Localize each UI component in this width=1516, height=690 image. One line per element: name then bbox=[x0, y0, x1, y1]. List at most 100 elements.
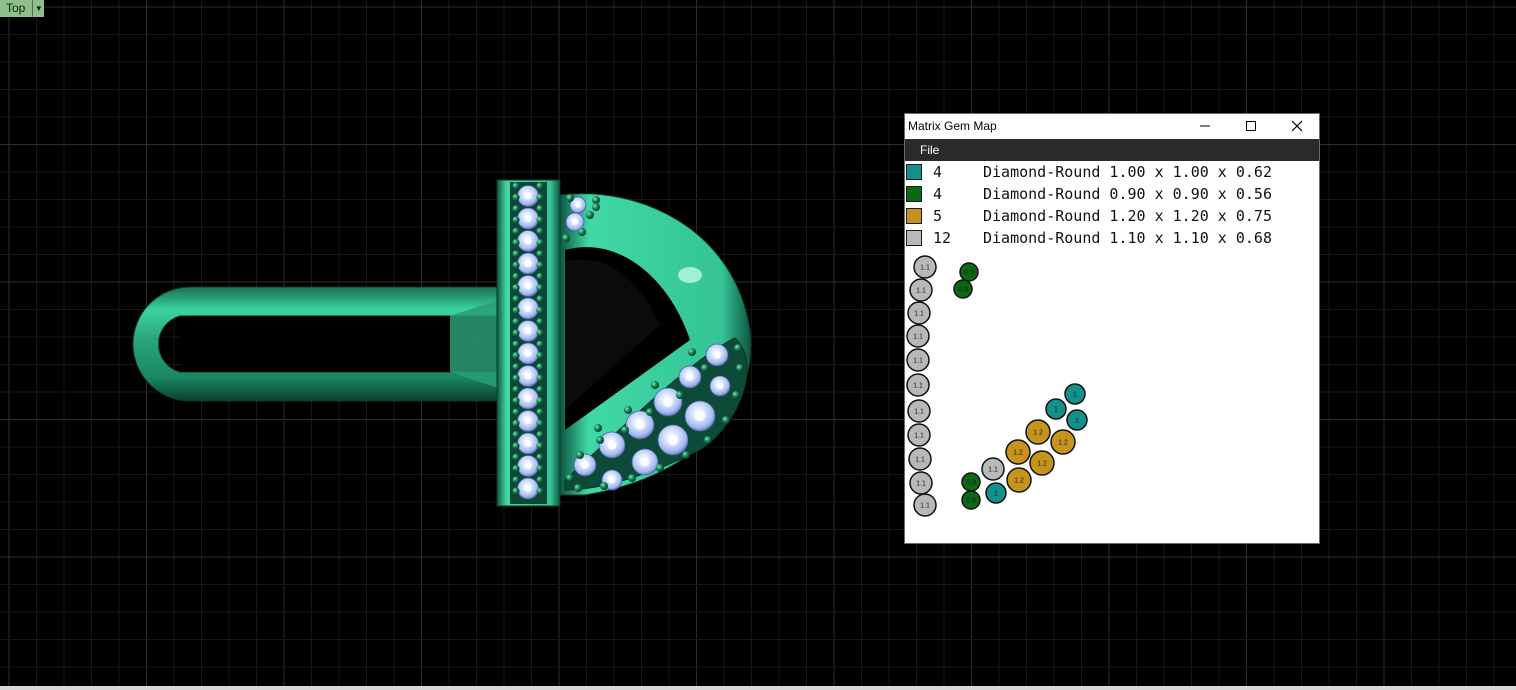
viewport-dropdown-icon[interactable]: ▼ bbox=[33, 0, 45, 17]
prong-bead bbox=[536, 216, 544, 224]
prong-bead bbox=[536, 476, 544, 484]
prong-bead bbox=[676, 391, 684, 399]
gem-size-label: 1.1 bbox=[913, 358, 923, 365]
prong-bead bbox=[566, 474, 574, 482]
gem-size-label: 1 bbox=[994, 491, 998, 498]
prong-bead bbox=[512, 306, 520, 314]
prong-bead bbox=[512, 442, 520, 450]
prong-bead bbox=[512, 431, 520, 439]
diamond-facet bbox=[713, 351, 721, 359]
prong-bead bbox=[536, 453, 544, 461]
minimize-button[interactable] bbox=[1182, 114, 1228, 138]
prong-bead bbox=[628, 474, 636, 482]
prong-bead bbox=[536, 318, 544, 326]
prong-bead bbox=[512, 329, 520, 337]
prong-bead bbox=[536, 238, 544, 247]
gem-size-label: 1.1 bbox=[916, 481, 926, 488]
gem-size-label: 1.2 bbox=[1037, 461, 1047, 468]
prong-bead bbox=[512, 272, 520, 280]
prong-bead bbox=[536, 431, 544, 439]
gem-size-label: 1 bbox=[1073, 392, 1077, 399]
prong-bead bbox=[592, 203, 600, 211]
diamond-facet bbox=[635, 420, 645, 430]
diamond-facet bbox=[524, 192, 532, 200]
prong-bead bbox=[536, 329, 544, 337]
legend-row: 5 Diamond-Round 1.20 x 1.20 x 0.75 bbox=[905, 206, 1319, 228]
gem-size-label: 1.1 bbox=[920, 265, 930, 272]
prong-bead bbox=[512, 351, 520, 360]
viewport-label[interactable]: Top ▼ bbox=[0, 0, 45, 17]
gem-size-label: 1.1 bbox=[988, 467, 998, 474]
prong-bead bbox=[536, 295, 544, 303]
diamond-facet bbox=[575, 202, 581, 208]
gem-size-label: 1.1 bbox=[914, 409, 924, 416]
diamond-facet bbox=[524, 215, 532, 222]
diamond-facet bbox=[607, 440, 617, 450]
diamond-facet bbox=[686, 373, 694, 381]
prong-bead bbox=[722, 416, 730, 424]
prong-bead bbox=[646, 408, 654, 416]
color-swatch bbox=[906, 164, 922, 180]
gem-size-label: 1.1 bbox=[914, 311, 924, 318]
prong-bead bbox=[536, 487, 544, 495]
gem-size-label: 1 bbox=[1075, 418, 1079, 425]
prong-bead bbox=[512, 487, 520, 495]
prong-bead bbox=[536, 193, 544, 201]
diamond-facet bbox=[694, 410, 706, 422]
gem-size-label: 1.1 bbox=[915, 457, 925, 464]
close-icon bbox=[1291, 120, 1303, 132]
prong-bead bbox=[651, 381, 659, 389]
prong-bead bbox=[536, 351, 544, 360]
prong-bead bbox=[621, 426, 629, 434]
prong-bead bbox=[688, 348, 696, 356]
close-button[interactable] bbox=[1274, 114, 1320, 138]
gem-size-label: 0.9 bbox=[964, 270, 974, 277]
prong-bead bbox=[512, 295, 520, 303]
prong-bead bbox=[536, 272, 544, 280]
gem-count: 12 bbox=[933, 229, 952, 247]
color-swatch bbox=[906, 230, 922, 246]
viewport-name[interactable]: Top bbox=[0, 0, 34, 17]
color-swatch bbox=[906, 186, 922, 202]
diamond-facet bbox=[663, 397, 673, 407]
minimize-icon bbox=[1200, 125, 1210, 127]
prong-bead bbox=[600, 482, 608, 490]
prong-bead bbox=[656, 464, 664, 472]
prong-bead bbox=[512, 363, 520, 371]
prong-bead bbox=[536, 374, 544, 382]
gem-map[interactable]: 1.1 1.1 1.1 1.1 1.1 1.1 1.1 1.1 1.1 1.1 1.1 1.1 0.9 0… bbox=[905, 254, 1319, 544]
diamond-facet bbox=[571, 218, 579, 226]
diamond-facet bbox=[524, 305, 532, 312]
prong-bead bbox=[592, 196, 600, 204]
prong-bead bbox=[512, 261, 520, 269]
prong-bead bbox=[574, 484, 582, 492]
prong-bead bbox=[536, 205, 544, 213]
menu-file[interactable]: File bbox=[920, 143, 939, 157]
gem-size-label: 1.1 bbox=[913, 334, 923, 341]
prong-bead bbox=[536, 464, 544, 473]
prong-bead bbox=[734, 344, 742, 352]
prong-bead bbox=[536, 340, 544, 348]
prong-bead bbox=[536, 250, 544, 258]
prong-bead bbox=[536, 397, 544, 405]
prong-bead bbox=[586, 211, 594, 219]
maximize-button[interactable] bbox=[1228, 114, 1274, 138]
prong-bead bbox=[562, 234, 570, 242]
gem-description: Diamond-Round 1.10 x 1.10 x 0.68 bbox=[983, 229, 1272, 247]
prong-bead bbox=[512, 374, 520, 382]
prong-bead bbox=[536, 306, 544, 314]
prong-bead bbox=[536, 442, 544, 450]
highlight bbox=[678, 267, 702, 283]
gem-size-label: 1.1 bbox=[914, 433, 924, 440]
gem-map-window[interactable]: Matrix Gem Map File 4 Diamond-Round 1.00… bbox=[904, 113, 1320, 544]
diamond-facet bbox=[524, 417, 532, 425]
title-bar[interactable]: Matrix Gem Map bbox=[905, 114, 1319, 138]
diamond-facet bbox=[524, 485, 532, 492]
diamond-facet bbox=[608, 476, 616, 484]
diamond-facet bbox=[524, 327, 532, 335]
diamond-facet bbox=[640, 457, 650, 467]
gem-count: 5 bbox=[933, 207, 943, 225]
gem-size-label: 1.2 bbox=[1013, 450, 1023, 457]
diamond-facet bbox=[667, 434, 679, 446]
prong-bead bbox=[566, 194, 574, 202]
